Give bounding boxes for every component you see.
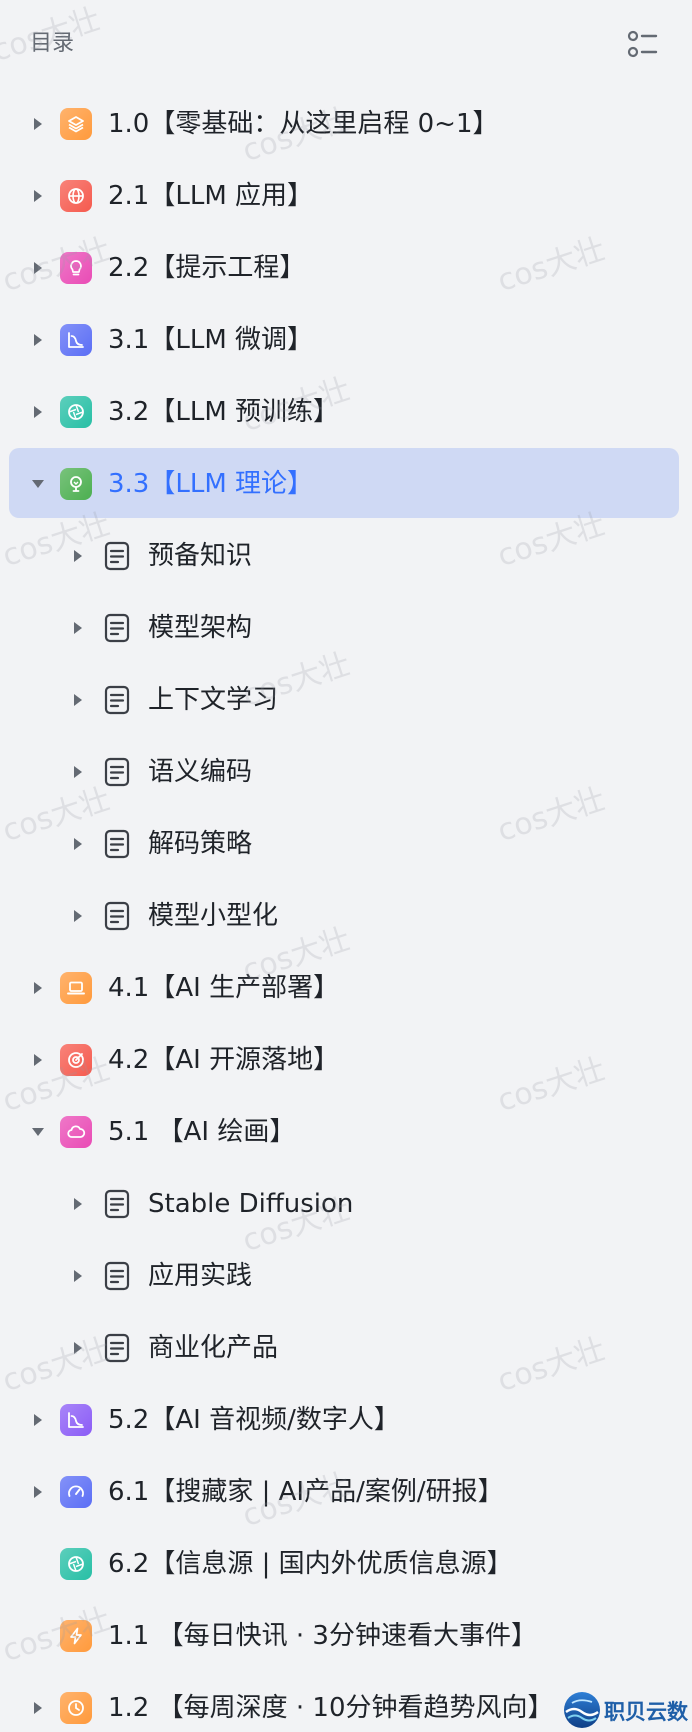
caret-right-icon[interactable]	[71, 763, 85, 781]
toc-item[interactable]: 3.3【LLM 理论】	[0, 448, 692, 520]
document-icon	[101, 612, 133, 644]
toc-item-label: 5.1 【AI 绘画】	[108, 1117, 296, 1147]
toc-item[interactable]: 1.0【零基础：从这里启程 0~1】	[0, 88, 692, 160]
toc-title: 目录	[30, 31, 75, 56]
toc-item[interactable]: 4.1【AI 生产部署】	[0, 952, 692, 1024]
brand-badge: 职贝云数	[560, 1688, 692, 1732]
cloud-icon	[60, 1116, 92, 1148]
toc-item[interactable]: 3.2【LLM 预训练】	[0, 376, 692, 448]
toc-subitem[interactable]: 预备知识	[0, 520, 692, 592]
chart-icon	[60, 324, 92, 356]
toc-subitem[interactable]: 语义编码	[0, 736, 692, 808]
toc-item-label: 3.3【LLM 理论】	[108, 469, 314, 499]
laptop-icon	[60, 972, 92, 1004]
toc-header: 目录	[0, 0, 692, 88]
toc-panel: 目录 1.0【零基础：从这里启程 0~1】 2.1【LLM 应用】 2.2【提示工程…	[0, 0, 692, 1732]
toc-item[interactable]: 6.2【信息源 | 国内外优质信息源】	[0, 1528, 692, 1600]
toc-item-label: 5.2【AI 音视频/数字人】	[108, 1405, 400, 1435]
caret-down-icon[interactable]	[31, 475, 45, 493]
toc-subitem[interactable]: 商业化产品	[0, 1312, 692, 1384]
document-icon	[101, 828, 133, 860]
aperture-icon	[60, 1548, 92, 1580]
caret-right-icon[interactable]	[71, 691, 85, 709]
caret-right-icon[interactable]	[71, 547, 85, 565]
toc-item-label: 6.1【搜藏家 | AI产品/案例/研报】	[108, 1477, 504, 1507]
toc-subitem-label: 模型架构	[148, 613, 253, 643]
toc-subitem-label: 语义编码	[148, 757, 253, 787]
toc-item[interactable]: 3.1【LLM 微调】	[0, 304, 692, 376]
caret-right-icon[interactable]	[31, 115, 45, 133]
toc-item-label: 1.2 【每周深度 · 10分钟看趋势风向】	[108, 1693, 554, 1723]
toc-subitem[interactable]: 上下文学习	[0, 664, 692, 736]
toc-item[interactable]: 5.2【AI 音视频/数字人】	[0, 1384, 692, 1456]
toc-item-label: 1.1 【每日快讯 · 3分钟速看大事件】	[108, 1621, 537, 1651]
toc-subitem[interactable]: 模型架构	[0, 592, 692, 664]
document-icon	[101, 1332, 133, 1364]
document-icon	[101, 900, 133, 932]
toc-item-label: 3.1【LLM 微调】	[108, 325, 314, 355]
clock-icon	[60, 1692, 92, 1724]
toc-item[interactable]: 5.1 【AI 绘画】	[0, 1096, 692, 1168]
toc-item[interactable]: 2.1【LLM 应用】	[0, 160, 692, 232]
document-icon	[101, 540, 133, 572]
caret-right-icon[interactable]	[31, 403, 45, 421]
toc-item-label: 2.2【提示工程】	[108, 253, 306, 283]
document-icon	[101, 1188, 133, 1220]
lightbulb-icon	[60, 252, 92, 284]
toc-subitem-label: 解码策略	[148, 829, 253, 859]
layers-icon	[60, 108, 92, 140]
caret-right-icon[interactable]	[71, 619, 85, 637]
chart-icon	[60, 1404, 92, 1436]
caret-right-icon[interactable]	[71, 1195, 85, 1213]
toc-subitem-label: 应用实践	[148, 1261, 253, 1291]
aperture-icon	[60, 396, 92, 428]
toc-subitem-label: 上下文学习	[148, 685, 279, 715]
document-icon	[101, 684, 133, 716]
outline-list-icon[interactable]	[624, 26, 660, 62]
toc-item-label: 4.2【AI 开源落地】	[108, 1045, 340, 1075]
toc-subitem[interactable]: 解码策略	[0, 808, 692, 880]
caret-right-icon[interactable]	[31, 1483, 45, 1501]
globe-icon	[60, 180, 92, 212]
caret-right-icon[interactable]	[31, 1051, 45, 1069]
document-icon	[101, 756, 133, 788]
toc-item-label: 3.2【LLM 预训练】	[108, 397, 340, 427]
toc-item-label: 6.2【信息源 | 国内外优质信息源】	[108, 1549, 513, 1579]
caret-right-icon[interactable]	[31, 187, 45, 205]
toc-item-label: 4.1【AI 生产部署】	[108, 973, 340, 1003]
gauge-icon	[60, 1476, 92, 1508]
globe-wave-logo	[562, 1690, 602, 1730]
toc-subitem[interactable]: 模型小型化	[0, 880, 692, 952]
caret-right-icon[interactable]	[31, 1699, 45, 1717]
caret-right-icon[interactable]	[31, 1411, 45, 1429]
bulb-idea-icon	[60, 468, 92, 500]
toc-subitem-label: Stable Diffusion	[148, 1189, 354, 1219]
toc-subitem-label: 预备知识	[148, 541, 253, 571]
toc-subitem-label: 模型小型化	[148, 901, 279, 931]
toc-subitem[interactable]: Stable Diffusion	[0, 1168, 692, 1240]
caret-right-icon[interactable]	[71, 907, 85, 925]
caret-down-icon[interactable]	[31, 1123, 45, 1141]
toc-item[interactable]: 6.1【搜藏家 | AI产品/案例/研报】	[0, 1456, 692, 1528]
brand-name: 职贝云数	[604, 1700, 688, 1724]
toc-item[interactable]: 2.2【提示工程】	[0, 232, 692, 304]
caret-right-icon[interactable]	[31, 259, 45, 277]
toc-item-label: 1.0【零基础：从这里启程 0~1】	[108, 109, 499, 139]
caret-right-icon[interactable]	[31, 979, 45, 997]
lightning-icon	[60, 1620, 92, 1652]
toc-item-label: 2.1【LLM 应用】	[108, 181, 314, 211]
caret-right-icon[interactable]	[71, 1267, 85, 1285]
toc-item[interactable]: 1.1 【每日快讯 · 3分钟速看大事件】	[0, 1600, 692, 1672]
document-icon	[101, 1260, 133, 1292]
toc-item[interactable]: 4.2【AI 开源落地】	[0, 1024, 692, 1096]
caret-right-icon[interactable]	[31, 331, 45, 349]
target-icon	[60, 1044, 92, 1076]
caret-right-icon[interactable]	[71, 1339, 85, 1357]
caret-right-icon[interactable]	[71, 835, 85, 853]
toc-subitem-label: 商业化产品	[148, 1333, 279, 1363]
toc-subitem[interactable]: 应用实践	[0, 1240, 692, 1312]
